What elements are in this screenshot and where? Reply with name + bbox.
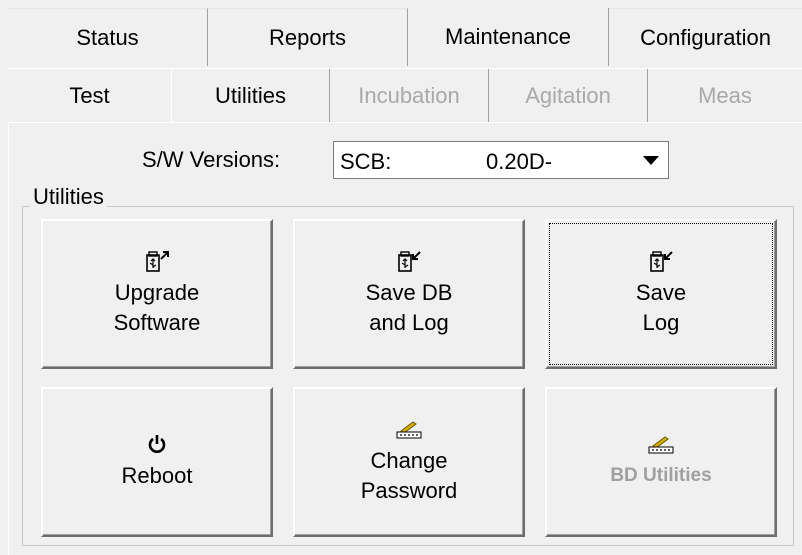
bd-utilities-label: BD Utilities (610, 465, 712, 486)
tab-reports[interactable]: Reports (208, 8, 408, 66)
change-password-line2: Password (360, 478, 458, 503)
usb-download-icon (648, 250, 674, 272)
tab-agitation: Agitation (489, 69, 648, 123)
tab-status-label: Status (76, 24, 139, 50)
tab-maintenance-label: Maintenance (445, 24, 571, 49)
save-db-and-log-button[interactable]: Save DB and Log (293, 219, 525, 369)
tab-test-label: Test (69, 83, 110, 108)
tab-utilities[interactable]: Utilities (171, 69, 330, 123)
tab-incubation-label: Incubation (358, 83, 460, 108)
reboot-label: Reboot (121, 463, 193, 488)
dropdown-arrow-icon[interactable] (638, 148, 664, 172)
upgrade-software-line2: Software (113, 310, 201, 335)
tab-utilities-label: Utilities (215, 83, 286, 108)
tab-test[interactable]: Test (8, 69, 171, 123)
usb-download-icon (396, 250, 422, 272)
tab-reports-label: Reports (268, 24, 347, 50)
key-pencil-icon (647, 433, 675, 455)
tab-meas: Meas (648, 69, 802, 123)
key-pencil-icon (395, 418, 423, 440)
change-password-button[interactable]: Change Password (293, 387, 525, 537)
bd-utilities-button: BD Utilities (545, 387, 777, 537)
save-log-button[interactable]: Save Log (545, 219, 777, 369)
tab-configuration[interactable]: Configuration (609, 8, 802, 66)
save-log-line2: Log (642, 310, 680, 335)
upgrade-software-button[interactable]: Upgrade Software (41, 219, 273, 369)
tab-configuration-label: Configuration (640, 24, 771, 50)
sw-versions-dropdown[interactable]: SCB: 0.20D- (333, 141, 669, 179)
tab-meas-label: Meas (698, 83, 752, 108)
tab-agitation-label: Agitation (525, 83, 611, 108)
tab-status[interactable]: Status (8, 8, 208, 66)
reboot-button[interactable]: Reboot (41, 387, 273, 537)
tab-maintenance[interactable]: Maintenance (408, 8, 609, 66)
main-tab-bar: Status Reports Maintenance Configuration (8, 8, 802, 66)
save-db-line1: Save DB (365, 280, 453, 305)
usb-upload-icon (144, 250, 170, 272)
change-password-line1: Change (370, 448, 448, 473)
maintenance-sub-tab-bar: Test Utilities Incubation Agitation Meas (8, 68, 802, 123)
save-db-line2: and Log (369, 310, 449, 335)
power-icon (146, 433, 168, 455)
sw-versions-value: 0.20D- (486, 149, 553, 174)
sw-versions-key: SCB: (340, 149, 392, 174)
save-log-line1: Save (635, 280, 687, 305)
utilities-group-title: Utilities (30, 184, 107, 210)
sw-versions-label: S/W Versions: (142, 147, 281, 172)
upgrade-software-line1: Upgrade (114, 280, 200, 305)
tab-incubation: Incubation (330, 69, 489, 123)
